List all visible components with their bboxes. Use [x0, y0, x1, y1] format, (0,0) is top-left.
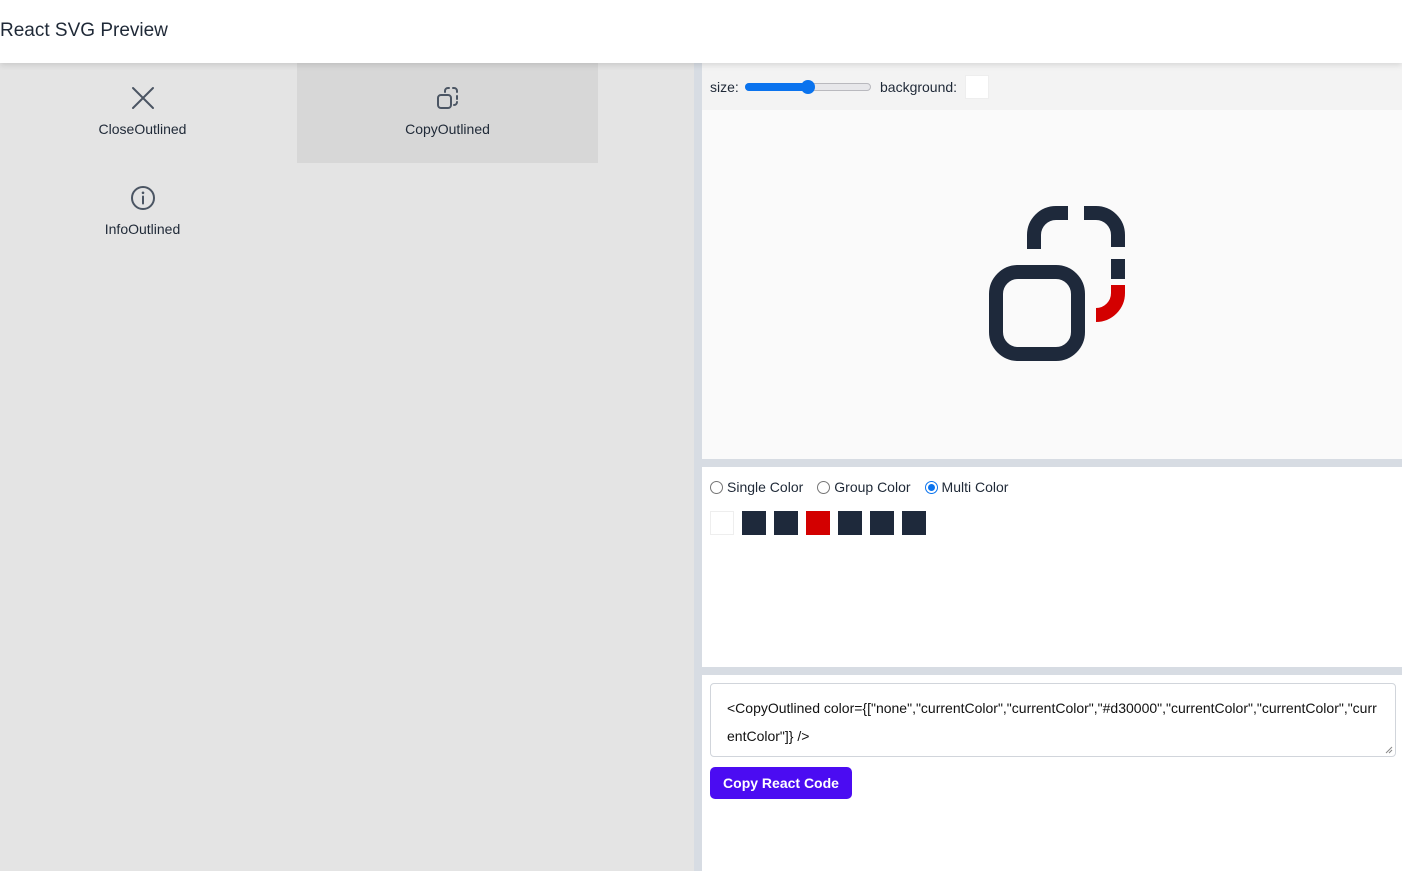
size-slider[interactable] [745, 79, 871, 95]
icon-card-label: CopyOutlined [405, 121, 490, 137]
radio-label: Multi Color [941, 479, 1009, 495]
color-mode-group: Single Color Group Color Multi Color [710, 478, 1022, 496]
react-code-text: <CopyOutlined color={["none","currentCol… [727, 700, 1377, 744]
radio-label: Group Color [834, 479, 911, 495]
radio-multi-color[interactable]: Multi Color [924, 479, 1009, 495]
top-bar: React SVG Preview [0, 0, 1402, 63]
radio-label: Single Color [727, 479, 804, 495]
preview-toolbar: size: background: [702, 63, 1402, 110]
copy-icon [436, 87, 458, 109]
radio-button[interactable] [710, 480, 723, 494]
icon-card-info-outlined[interactable]: InfoOutlined [0, 163, 285, 263]
color-swatch-0[interactable] [710, 511, 734, 535]
info-icon [130, 186, 155, 210]
color-swatch-2[interactable] [774, 511, 798, 535]
size-slider-fill [745, 83, 808, 91]
copy-icon [989, 206, 1125, 361]
icon-card-close-outlined[interactable]: CloseOutlined [0, 63, 285, 163]
size-slider-thumb[interactable] [801, 80, 815, 94]
react-code-textarea[interactable]: <CopyOutlined color={["none","currentCol… [710, 683, 1396, 757]
color-swatch-6[interactable] [902, 511, 926, 535]
radio-single-color[interactable]: Single Color [710, 479, 803, 495]
preview-panel: size: background: Single Color Group Col… [702, 63, 1402, 871]
icon-card-label: InfoOutlined [104, 221, 181, 237]
color-swatch-list [710, 511, 934, 535]
panel-divider[interactable] [694, 63, 702, 871]
icon-list-panel: CloseOutlined CopyOutlined InfoOutlined [0, 63, 694, 871]
radio-button[interactable] [924, 480, 938, 494]
icon-card-copy-outlined[interactable]: CopyOutlined [297, 63, 598, 163]
color-swatch-5[interactable] [870, 511, 894, 535]
resize-handle-icon[interactable] [1385, 746, 1393, 754]
radio-button[interactable] [817, 480, 831, 494]
icon-card-label: CloseOutlined [98, 121, 187, 137]
icon-preview-area [702, 110, 1402, 459]
close-icon [131, 87, 154, 109]
copy-react-code-button[interactable]: Copy React Code [710, 767, 852, 799]
size-label: size: [710, 79, 739, 95]
app-title: React SVG Preview [0, 20, 168, 41]
section-divider [702, 459, 1402, 467]
color-swatch-1[interactable] [742, 511, 766, 535]
section-divider [702, 667, 1402, 675]
background-color-picker[interactable] [965, 75, 989, 99]
color-swatch-3[interactable] [806, 511, 830, 535]
radio-group-color[interactable]: Group Color [817, 479, 911, 495]
color-swatch-4[interactable] [838, 511, 862, 535]
background-label: background: [880, 79, 958, 95]
